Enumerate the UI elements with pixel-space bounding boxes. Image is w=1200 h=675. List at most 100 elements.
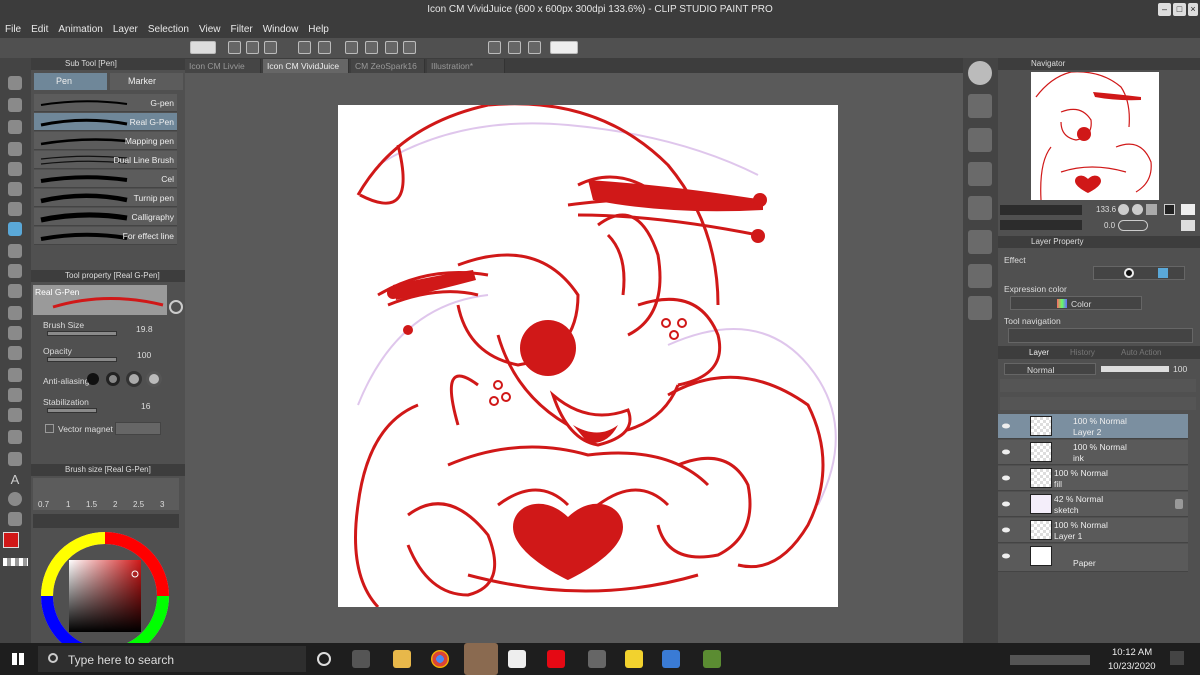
eye-icon[interactable]	[1002, 422, 1010, 430]
app-icon[interactable]	[662, 650, 680, 668]
chrome-icon[interactable]	[431, 650, 449, 668]
layer-command-bar[interactable]	[1000, 397, 1196, 410]
notification-icon[interactable]	[1170, 651, 1184, 665]
frame-tool-icon[interactable]	[8, 430, 22, 444]
windows-start-icon[interactable]	[12, 653, 24, 665]
color-tabs[interactable]	[33, 514, 179, 528]
auto-select-icon[interactable]	[8, 202, 22, 216]
brush-item[interactable]: Turnip pen	[34, 189, 177, 207]
redo-icon[interactable]	[318, 41, 331, 54]
expression-color-select[interactable]: Color	[1010, 296, 1142, 310]
clip-studio-icon[interactable]	[190, 41, 216, 54]
cortana-icon[interactable]	[317, 652, 331, 666]
flip-vertical-icon[interactable]	[1181, 220, 1195, 231]
brush-tool-icon[interactable]	[8, 264, 22, 278]
snap-ruler-icon[interactable]	[488, 41, 501, 54]
antialias-strong-icon[interactable]	[146, 371, 162, 387]
artwork-canvas[interactable]	[338, 105, 838, 607]
new-file-icon[interactable]	[228, 41, 241, 54]
ruler-tool-icon[interactable]	[8, 452, 22, 466]
antialias-none-icon[interactable]	[87, 373, 99, 385]
eye-icon[interactable]	[1002, 526, 1010, 534]
file-explorer-icon[interactable]	[393, 650, 411, 668]
menu-animation[interactable]: Animation	[53, 24, 107, 35]
doc-tab[interactable]: Icon CM Livvie	[185, 59, 261, 73]
vector-magnet-checkbox[interactable]	[45, 424, 54, 433]
layer-row[interactable]: 100 % Normal Layer 1	[998, 518, 1188, 543]
menu-view[interactable]: View	[194, 24, 226, 35]
minimize-icon[interactable]: –	[1158, 3, 1171, 16]
snap-special-icon[interactable]	[508, 41, 521, 54]
app-icon[interactable]	[588, 650, 606, 668]
decoration-tool-icon[interactable]	[8, 306, 22, 320]
layer-row[interactable]: 100 % Normal fill	[998, 466, 1188, 491]
antialias-weak-icon[interactable]	[106, 372, 120, 386]
flip-horizontal-icon[interactable]	[1181, 204, 1195, 215]
fill-icon[interactable]	[365, 41, 378, 54]
tool-navigation-buttons[interactable]	[1008, 328, 1193, 343]
color-wheel[interactable]	[39, 532, 171, 647]
clip-studio-taskbar-icon[interactable]	[464, 643, 498, 675]
layer-color-icon[interactable]	[1158, 268, 1168, 278]
zoom-in-icon[interactable]	[1132, 204, 1143, 215]
undo-icon[interactable]	[298, 41, 311, 54]
layer-options-bar[interactable]	[1000, 379, 1196, 392]
main-color-swatch[interactable]	[3, 532, 19, 548]
tab-auto-action[interactable]: Auto Action	[1121, 348, 1161, 357]
doc-tab[interactable]: CM ZeoSpark16	[351, 59, 425, 73]
task-view-icon[interactable]	[352, 650, 370, 668]
text-tool-icon[interactable]: A	[8, 472, 22, 487]
tab-marker[interactable]: Marker	[110, 73, 183, 90]
menu-window[interactable]: Window	[258, 24, 304, 35]
actual-size-icon[interactable]	[1164, 204, 1175, 215]
quick-access-button[interactable]	[968, 128, 992, 152]
tab-pen[interactable]: Pen	[34, 73, 107, 90]
size-preset[interactable]: 1.5	[86, 500, 97, 509]
navigator-zoom-slider[interactable]	[1000, 205, 1082, 215]
save-icon[interactable]	[264, 41, 277, 54]
size-preset[interactable]: 3	[160, 500, 164, 509]
menu-edit[interactable]: Edit	[26, 24, 53, 35]
transform-icon[interactable]	[385, 41, 398, 54]
layer-row-paper[interactable]: Paper	[998, 544, 1188, 572]
brush-item[interactable]: Dual Line Brush	[34, 151, 177, 169]
eye-icon[interactable]	[1002, 448, 1010, 456]
layer-row[interactable]: 100 % Normal ink	[998, 440, 1188, 465]
brush-item[interactable]: G-pen	[34, 94, 177, 112]
border-effect-icon[interactable]	[1124, 268, 1134, 278]
navigator-preview[interactable]	[1031, 72, 1159, 200]
eye-icon[interactable]	[1002, 474, 1010, 482]
airbrush-tool-icon[interactable]	[8, 284, 22, 298]
layer-opacity-slider[interactable]	[1101, 366, 1169, 372]
brush-item[interactable]: Calligraphy	[34, 208, 177, 226]
clear-icon[interactable]	[345, 41, 358, 54]
tab-layer[interactable]: Layer	[1029, 348, 1049, 357]
size-preset[interactable]: 1	[66, 500, 70, 509]
quick-access-button[interactable]	[968, 196, 992, 220]
opacity-slider[interactable]	[47, 357, 117, 362]
layer-row-selected[interactable]: 100 % Normal Layer 2	[998, 414, 1188, 439]
quick-access-button[interactable]	[968, 264, 992, 288]
vector-magnet-level[interactable]	[115, 422, 161, 435]
doc-tab[interactable]: Illustration*	[427, 59, 505, 73]
menu-layer[interactable]: Layer	[108, 24, 143, 35]
quick-access-button[interactable]	[968, 94, 992, 118]
quick-access-button[interactable]	[968, 230, 992, 254]
system-tray-icons[interactable]	[1010, 655, 1090, 665]
snap-grid-icon[interactable]	[528, 41, 541, 54]
move-tool-icon[interactable]	[8, 142, 22, 156]
tab-history[interactable]: History	[1070, 348, 1095, 357]
sticky-notes-icon[interactable]	[625, 650, 643, 668]
menu-file[interactable]: File	[0, 24, 26, 35]
minecraft-icon[interactable]	[703, 650, 721, 668]
magnifier-icon[interactable]	[169, 300, 183, 314]
menu-help[interactable]: Help	[303, 24, 334, 35]
fit-screen-icon[interactable]	[1146, 204, 1157, 215]
eye-icon[interactable]	[1002, 500, 1010, 508]
brush-item[interactable]: For effect line	[34, 227, 177, 245]
quick-access-button[interactable]	[968, 296, 992, 320]
zoom-tool-icon[interactable]	[8, 76, 22, 90]
lasso-tool-icon[interactable]	[8, 98, 22, 112]
menu-selection[interactable]: Selection	[143, 24, 194, 35]
blend-tool-icon[interactable]	[8, 346, 22, 360]
